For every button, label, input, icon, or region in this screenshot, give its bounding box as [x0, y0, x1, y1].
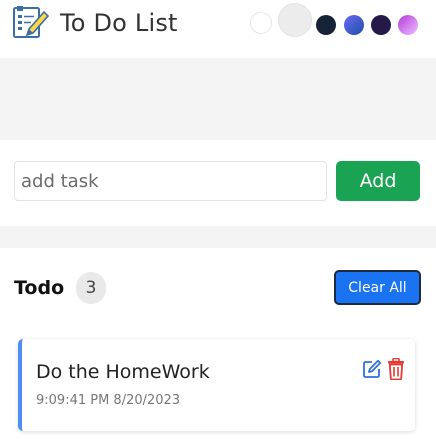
- theme-swatch-purple[interactable]: [371, 15, 391, 35]
- task-count-badge: 3: [76, 272, 106, 304]
- app-title: To Do List: [60, 9, 178, 37]
- theme-swatch-dark[interactable]: [316, 15, 336, 35]
- task-timestamp: 9:09:41 PM 8/20/2023: [36, 393, 181, 408]
- app-header: To Do List: [0, 0, 436, 58]
- clear-all-button[interactable]: Clear All: [334, 270, 421, 305]
- theme-swatch-white[interactable]: [250, 12, 272, 34]
- task-item: Do the HomeWork 9:09:41 PM 8/20/2023: [18, 339, 415, 431]
- checklist-edit-icon: [13, 6, 50, 38]
- task-input[interactable]: [14, 161, 327, 201]
- theme-swatch-blue[interactable]: [344, 15, 364, 35]
- edit-icon[interactable]: [362, 359, 382, 379]
- theme-swatch-violet[interactable]: [398, 15, 418, 35]
- trash-icon[interactable]: [387, 358, 405, 380]
- theme-swatch-light[interactable]: [278, 3, 312, 37]
- list-heading: Todo: [14, 277, 65, 299]
- add-button[interactable]: Add: [336, 161, 420, 201]
- task-title: Do the HomeWork: [36, 361, 210, 383]
